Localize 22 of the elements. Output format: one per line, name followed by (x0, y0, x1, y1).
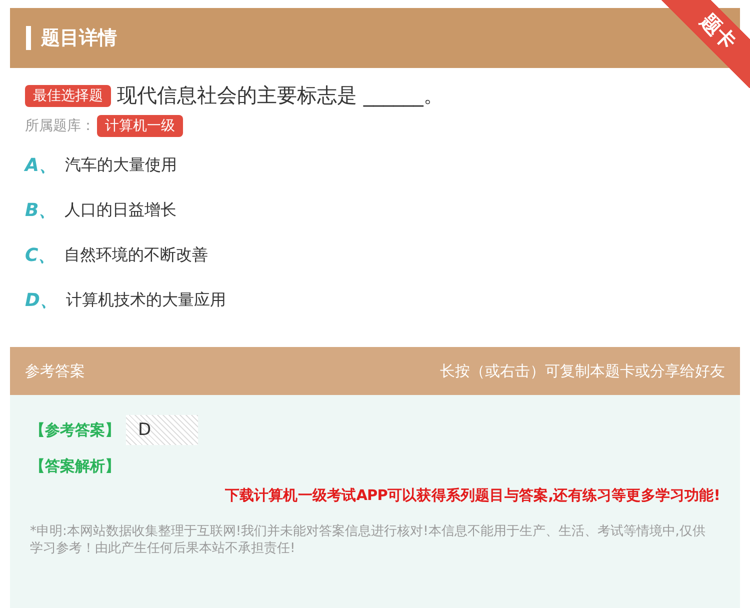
option-text[interactable]: 自然环境的不断改善 (64, 244, 208, 266)
option-letter: A、 (25, 154, 57, 177)
option-letter: C、 (25, 244, 56, 267)
disclaimer-text: *申明:本网站数据收集整理于互联网!我们并未能对答案信息进行核对!本信息不能用于生产、生活、考试等情境中,仅供学习参考！由此产生任何后果本站不承担责任! (30, 523, 706, 557)
share-hint: 长按（或右击）可复制本题卡或分享给好友 (440, 362, 725, 380)
answer-value: D (126, 415, 198, 445)
promo-text: 下载计算机一级考试APP可以获得系列题目与答案,还有练习等更多学习功能! (224, 486, 720, 505)
option-text[interactable]: 人口的日益增长 (64, 200, 177, 220)
question-text: 现代信息社会的主要标志是 ______。 (117, 82, 444, 109)
answer-header-title: 参考答案 (25, 362, 85, 380)
option-text[interactable]: 汽车的大量使用 (64, 154, 177, 176)
option-text[interactable]: 计算机技术的大量应用 (66, 290, 226, 310)
corner-ribbon[interactable]: 题卡 (660, 0, 750, 88)
question-type-badge: 最佳选择题 (25, 84, 111, 106)
bank-label: 所属题库： (25, 117, 95, 135)
section-title: 题目详情 (41, 26, 117, 51)
bank-badge[interactable]: 计算机一级 (97, 115, 183, 137)
option-letter: B、 (25, 199, 57, 222)
analysis-label: 【答案解析】 (30, 457, 120, 476)
title-marker (26, 26, 31, 50)
option-letter: D、 (25, 289, 58, 312)
answer-label: 【参考答案】 (30, 420, 120, 440)
